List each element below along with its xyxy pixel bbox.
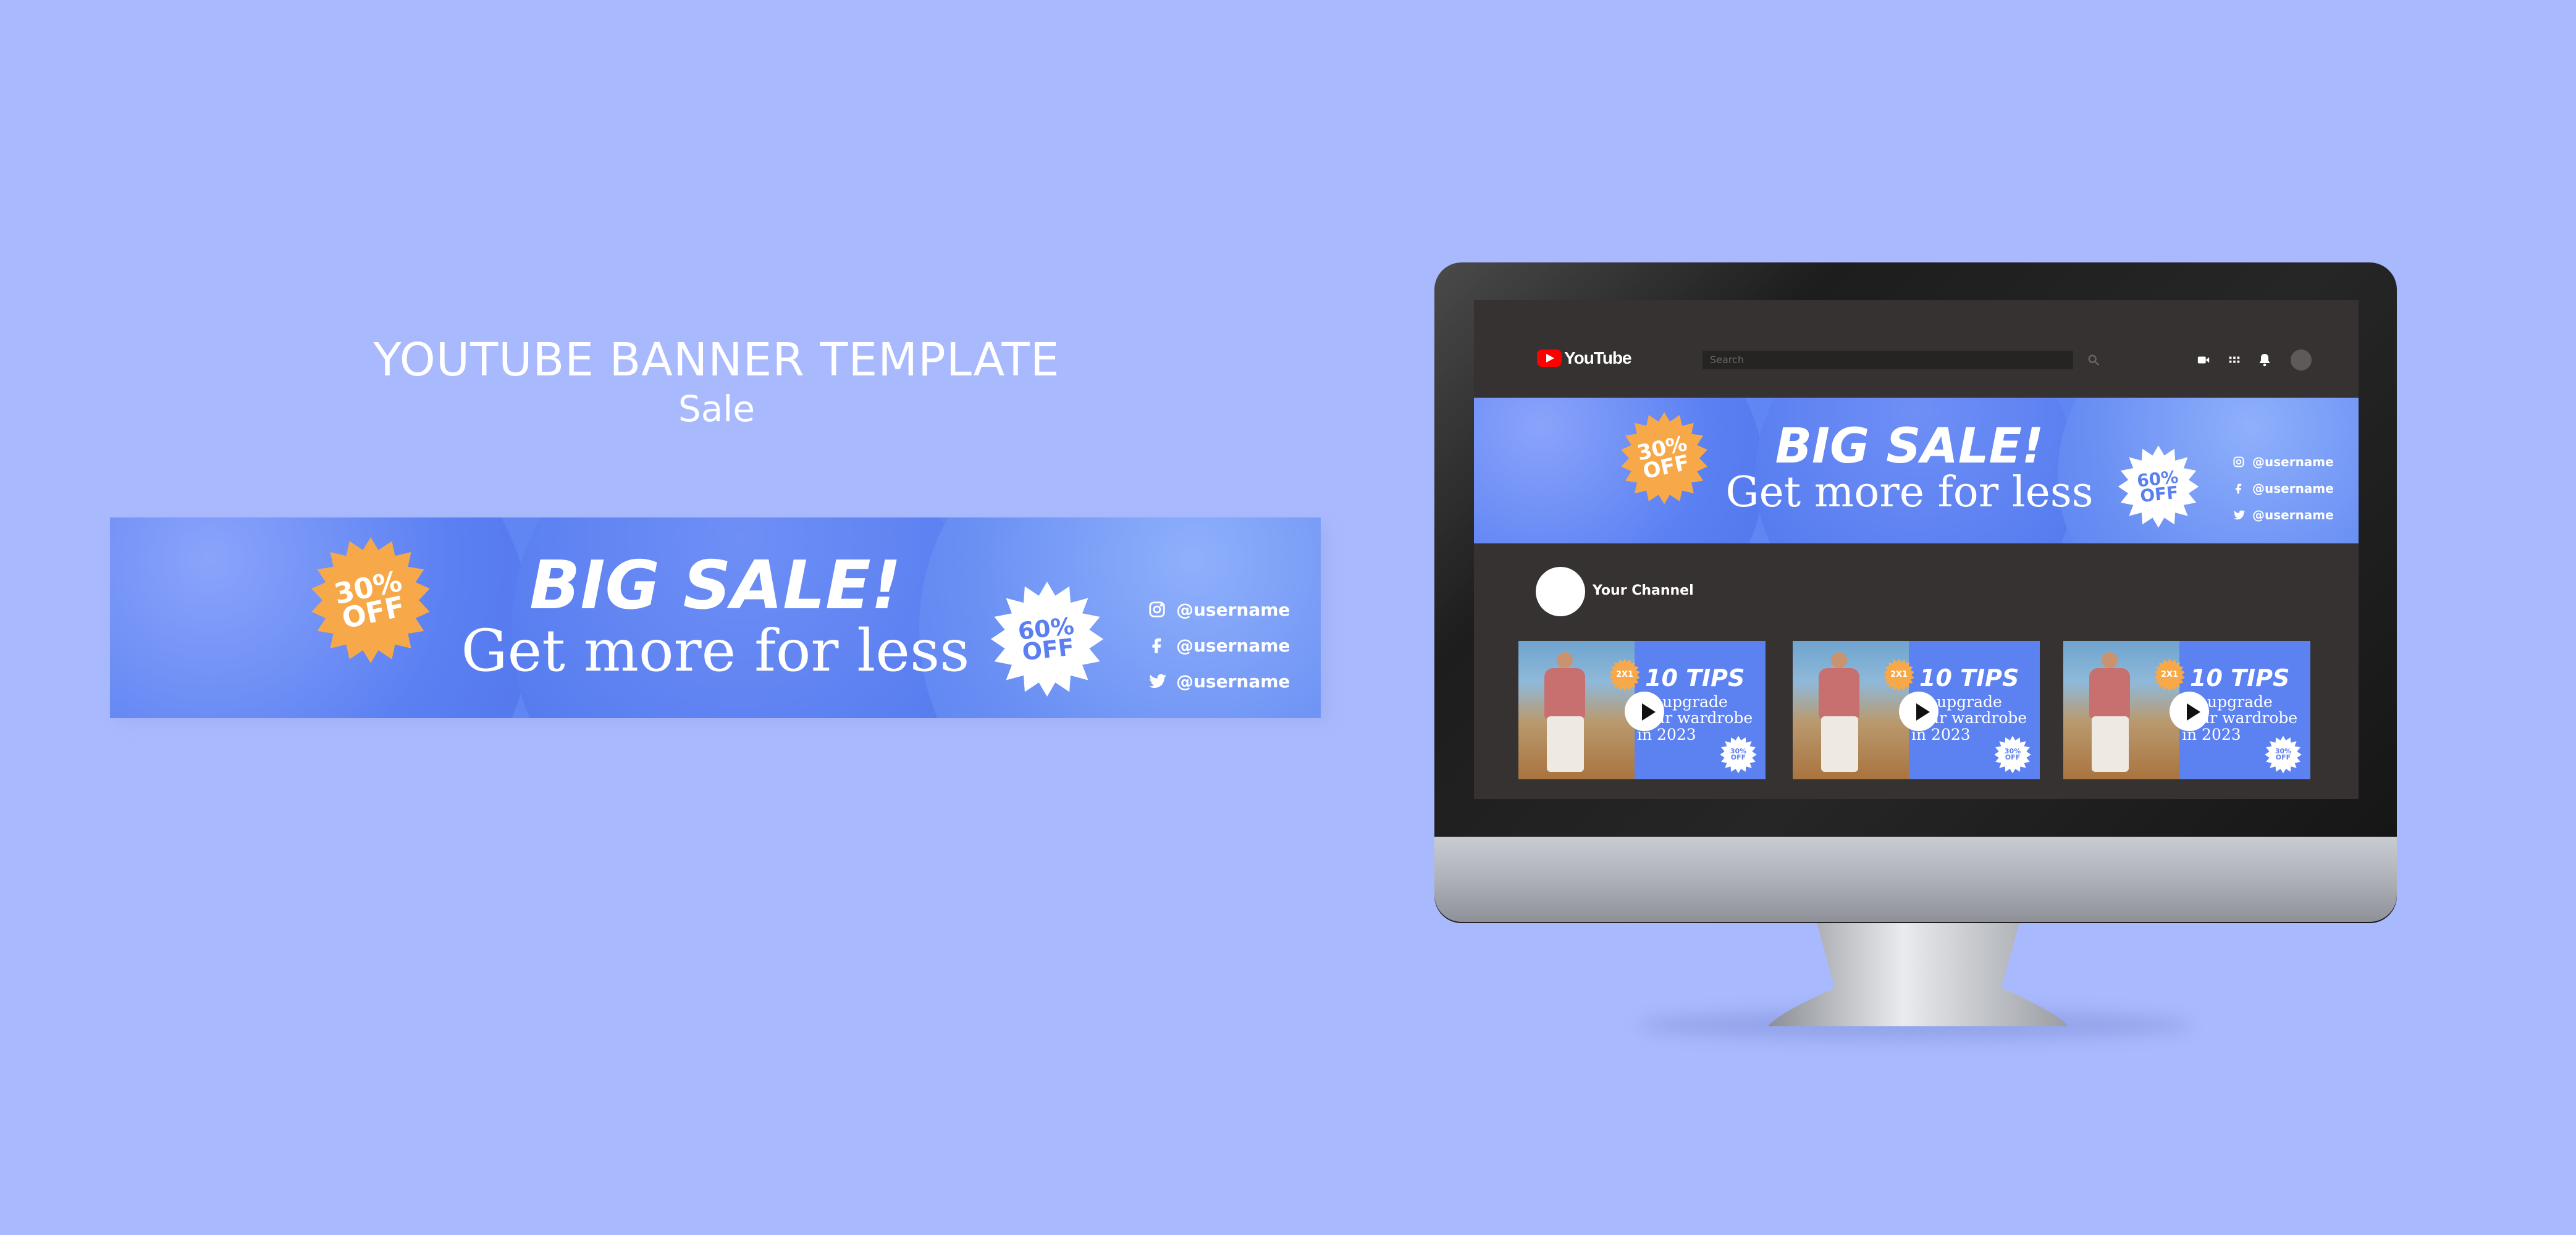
create-video-icon[interactable] [2197,353,2210,367]
facebook-icon [2236,484,2242,493]
thumbnail-badge: 2X1 [1608,658,1641,692]
video-title: 10 TIPS [2190,664,2290,692]
thumbnail-badge-text: 2X1 [2160,670,2179,680]
instagram-icon [2233,456,2244,467]
discount-badge-30: 30% OFF [1617,411,1711,505]
page-subtitle: Sale [678,388,756,430]
video-thumbnail[interactable]: 2X1 10 TIPS to upgrade your wardrobe in … [2063,641,2310,779]
video-thumbnail[interactable]: 2X1 10 TIPS to upgrade your wardrobe in … [1518,641,1766,779]
social-handle: @username [2252,480,2334,496]
youtube-logo[interactable]: YouTube [1537,348,1632,368]
social-instagram[interactable]: @username [1148,592,1290,627]
twitter-icon [1149,674,1166,688]
thumbnail-badge-text: 30% OFF [1730,747,1747,761]
thumbnail-badge: 30% OFF [2264,735,2302,774]
search-icon[interactable] [2087,353,2100,367]
monitor-stand [1767,920,2069,1031]
play-button-icon[interactable] [2170,692,2209,731]
social-handle: @username [1176,599,1290,620]
social-handle: @username [1176,671,1290,692]
monitor-screen: YouTube Search 30% OFF BIG SALE! Get mor… [1474,300,2359,799]
apps-grid-icon[interactable] [2228,353,2241,367]
thumbnail-badge-text: 30% OFF [2004,747,2021,761]
sale-title: BIG SALE! [529,547,901,624]
social-twitter[interactable]: @username [1148,663,1290,699]
video-title: 10 TIPS [1919,664,2019,692]
discount-badge-30: 30% OFF [306,536,435,664]
badge-line: OFF [1641,450,1692,485]
sale-tagline: Get more for less [461,618,970,685]
badge-line: OFF [1021,633,1075,666]
social-links: @username @username @username [1148,592,1290,699]
play-button-icon[interactable] [1899,692,1938,731]
social-facebook[interactable]: @username [2233,475,2334,501]
badge-line: OFF [2139,482,2179,507]
video-title: 10 TIPS [1645,664,1745,692]
social-facebook[interactable]: @username [1148,627,1290,663]
social-handle: @username [1176,635,1290,656]
channel-avatar[interactable] [1536,567,1585,616]
discount-badge-60: 60% OFF [988,580,1106,698]
monitor-chin [1434,837,2397,922]
thumbnail-badge-text: 30% OFF [2275,747,2292,761]
instagram-icon [1149,601,1165,618]
stand-neck [1768,920,2068,1026]
account-avatar-icon[interactable] [2291,350,2312,371]
thumbnail-badge: 30% OFF [1993,735,2032,774]
twitter-icon [2233,510,2246,519]
thumbnail-badge: 2X1 [2153,658,2186,692]
thumbnail-badge: 2X1 [1882,658,1916,692]
facebook-icon [1152,638,1161,653]
thumbnail-badge-text: 2X1 [1890,670,1908,680]
social-handle: @username [2252,454,2334,469]
social-links: @username @username @username [2233,448,2334,528]
channel-name[interactable]: Your Channel [1593,583,1694,598]
social-instagram[interactable]: @username [2233,448,2334,475]
youtube-play-icon [1537,350,1562,367]
play-button-icon[interactable] [1625,692,1664,731]
video-thumbnail[interactable]: 2X1 10 TIPS to upgrade your wardrobe in … [1793,641,2040,779]
thumbnail-badge-text: 2X1 [1615,670,1634,680]
search-input[interactable]: Search [1703,351,2073,369]
channel-banner: 30% OFF BIG SALE! Get more for less 60% … [1474,398,2359,543]
page-title: YOUTUBE BANNER TEMPLATE [373,333,1060,387]
thumbnail-badge: 30% OFF [1719,735,1757,774]
sale-title: BIG SALE! [1775,419,2044,474]
bell-icon[interactable] [2257,352,2272,368]
social-twitter[interactable]: @username [2233,501,2334,528]
banner-preview: 30% OFF BIG SALE! Get more for less 60% … [110,517,1321,718]
youtube-logo-text: YouTube [1564,348,1632,367]
social-handle: @username [2252,507,2334,522]
discount-badge-60: 60% OFF [2116,445,2200,529]
sale-tagline: Get more for less [1725,468,2094,517]
